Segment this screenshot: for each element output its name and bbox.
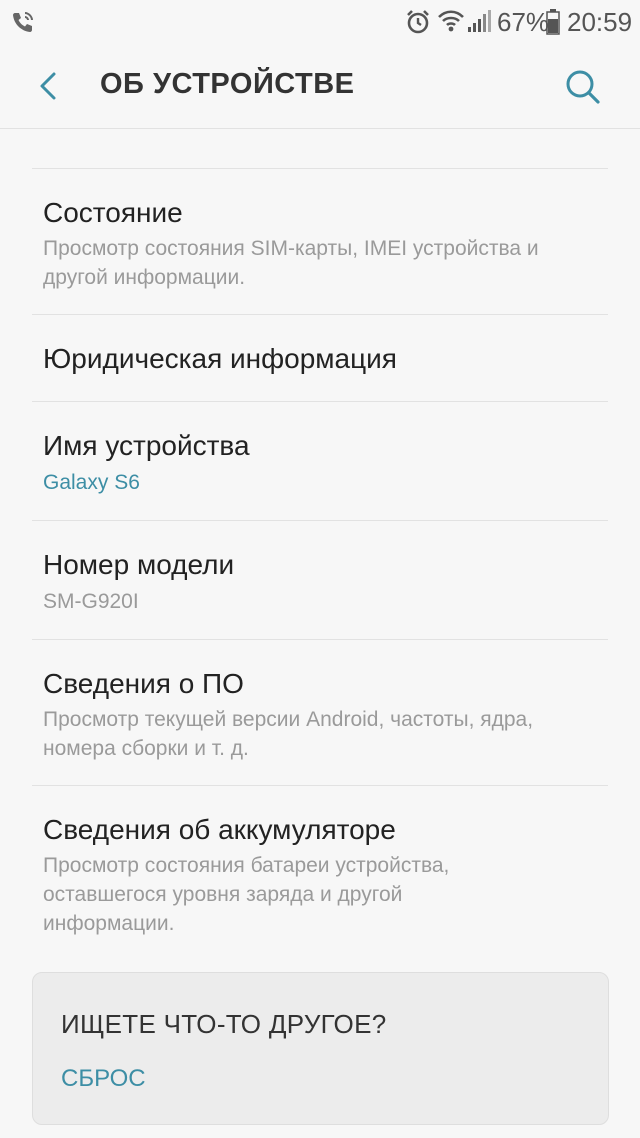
- item-title: Имя устройства: [43, 430, 250, 461]
- app-bar: ОБ УСТРОЙСТВЕ: [0, 44, 640, 129]
- item-subtitle: Galaxy S6: [43, 471, 140, 494]
- phone-call-icon: [13, 12, 33, 32]
- item-title: Юридическая информация: [43, 343, 397, 374]
- list-item-device-name[interactable]: Имя устройства Galaxy S6: [0, 402, 640, 520]
- suggestion-card: ИЩЕТЕ ЧТО-ТО ДРУГОЕ? СБРОС: [32, 972, 609, 1125]
- signal-icon: [468, 10, 491, 32]
- item-title: Номер модели: [43, 549, 235, 580]
- back-arrow-icon[interactable]: [28, 66, 68, 106]
- alarm-icon: [407, 10, 429, 34]
- item-title: Состояние: [43, 197, 183, 228]
- list-item-legal-info[interactable]: Юридическая информация: [0, 315, 640, 401]
- list-item-status[interactable]: Состояние Просмотр состояния SIM-карты, …: [0, 169, 640, 314]
- item-subtitle: Просмотр состояния батареи устройства, о…: [43, 854, 450, 935]
- list-item-software-info[interactable]: Сведения о ПО Просмотр текущей версии An…: [0, 640, 640, 785]
- item-subtitle: Просмотр состояния SIM-карты, IMEI устро…: [43, 237, 539, 289]
- item-subtitle: SM-G920I: [43, 590, 139, 613]
- page-title: ОБ УСТРОЙСТВЕ: [100, 68, 355, 100]
- search-icon[interactable]: [560, 64, 606, 110]
- item-subtitle: Просмотр текущей версии Android, частоты…: [43, 708, 534, 760]
- battery-icon: [546, 9, 560, 35]
- suggestion-title: ИЩЕТЕ ЧТО-ТО ДРУГОЕ?: [61, 1009, 387, 1039]
- list-item-model-number[interactable]: Номер модели SM-G920I: [0, 521, 640, 639]
- status-bar: 67% 20:59: [0, 0, 640, 44]
- battery-percent: 67%: [497, 7, 550, 37]
- clock: 20:59: [567, 7, 633, 37]
- item-title: Сведения об аккумуляторе: [43, 814, 396, 845]
- wifi-icon: [438, 10, 464, 32]
- list-item-battery-info[interactable]: Сведения об аккумуляторе Просмотр состоя…: [0, 786, 640, 958]
- reset-link[interactable]: СБРОС: [61, 1065, 146, 1093]
- item-title: Сведения о ПО: [43, 668, 244, 699]
